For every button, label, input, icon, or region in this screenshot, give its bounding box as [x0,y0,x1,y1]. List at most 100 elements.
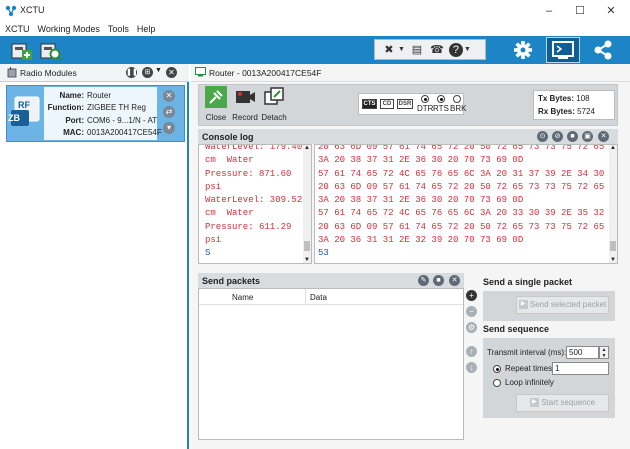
send-packets-title: Send packets [202,276,261,286]
radio-modules-title: Radio Modules [20,68,77,78]
record-camera-icon [236,91,255,103]
filter-dropdown-icon[interactable]: ▼ [155,67,162,74]
tx-bytes-value: 108 [576,94,590,103]
radio-mac: 0013A200417CE54F [87,128,162,138]
packet-edit-icon[interactable]: ✎ [418,275,429,286]
table-header: Name Data [199,289,463,305]
move-up-icon[interactable]: ↑ [466,346,477,357]
console-hex-line: 20 63 6D 09 57 61 74 65 72 20 50 72 65 7… [318,181,605,192]
maximize-button[interactable]: ☐ [566,3,594,19]
frames-icon[interactable]: ▤ [409,43,425,57]
help-icon[interactable]: ? [448,42,463,57]
remove-radio-icon[interactable]: ✕ [163,90,175,102]
console-ascii-view[interactable]: WaterLevel: 179.40 cm Water Pressure: 87… [198,144,312,264]
close-connection-label: Close [205,113,227,122]
filter-icon[interactable]: ⊞ [142,67,153,78]
add-packet-icon[interactable]: + [466,290,477,301]
toolbar-tools-group: ✖ ▼ ▤ ☎ ? ▼ [374,39,486,60]
tx-bytes-label: Tx Bytes: [538,94,575,103]
menu-working-modes[interactable]: Working Modes [38,22,100,36]
add-radio-icon[interactable] [9,38,33,62]
transmit-interval-label: Transmit interval (ms): [487,348,567,357]
loop-infinitely-radio[interactable] [493,379,501,387]
rx-bytes-label: Rx Bytes: [538,107,575,116]
tools-dropdown-icon[interactable]: ▼ [398,46,405,53]
menu-help[interactable]: Help [137,22,156,36]
console-ascii-line: WaterLevel: 179.40 [205,144,303,152]
repeat-times-radio[interactable] [493,365,501,373]
close-connection-button[interactable]: Close [201,86,231,122]
console-hex-line: 3A 20 36 31 31 2E 32 39 20 70 73 69 0D [318,235,524,246]
scroll-thumb[interactable] [304,241,310,251]
radio-function: ZIGBEE TH Reg [87,103,146,113]
dtr-toggle[interactable] [421,95,429,103]
rx-bytes-value: 5724 [577,107,595,116]
radio-name: Router [87,90,112,100]
repeat-times-input[interactable]: 1 [552,362,609,375]
send-single-title: Send a single packet [483,277,573,287]
brk-toggle[interactable] [453,95,461,103]
feedback-icon[interactable]: ☎ [429,43,445,57]
send-selected-packet-button[interactable]: ▶ Send selected packet [516,296,609,314]
radio-expand-icon[interactable]: ▾ [163,122,175,134]
console-close-icon[interactable]: ✕ [598,131,609,142]
router-console-icon [195,67,206,77]
console-ascii-line: Pressure: 611.29 [205,221,292,232]
scroll-up-icon[interactable]: ▲ [609,145,617,151]
console-hex-view[interactable]: 20 63 6D 09 57 61 74 65 72 20 50 72 65 7… [314,144,618,264]
edit-packet-icon[interactable]: ⚙ [466,322,477,333]
tools-icon[interactable]: ✖ [381,43,397,57]
network-mode-icon[interactable] [590,39,616,61]
console-ascii-line: psi [205,181,222,192]
send-packets-table[interactable]: Name Data [198,288,464,440]
rx-bytes-row: Rx Bytes: 5724 [538,107,595,116]
console-hex-line: 20 63 6D 09 57 61 74 65 72 20 50 72 65 7… [318,144,605,152]
console-lock-icon[interactable]: ▣ [582,131,593,142]
remove-all-icon[interactable]: ✕ [166,67,177,78]
console-mode-button[interactable] [546,37,580,63]
console-hex-scrollbar[interactable]: ▲ ▼ [609,145,617,263]
console-save-icon[interactable]: ■ [567,131,578,142]
radio-refresh-icon[interactable]: ⇄ [163,106,175,118]
scroll-thumb[interactable] [610,241,616,251]
minimize-button[interactable]: – [535,3,563,19]
detach-window-icon [264,87,284,105]
console-options-icon[interactable]: ⊙ [537,131,548,142]
column-divider [305,289,306,305]
scroll-down-icon[interactable]: ▼ [303,257,311,263]
column-name[interactable]: Name [232,293,253,302]
packet-close-icon[interactable]: ✕ [449,275,460,286]
radio-badge-bottom: ZB [8,113,20,123]
help-dropdown-icon[interactable]: ▼ [464,46,471,53]
scroll-up-icon[interactable]: ▲ [303,145,311,151]
rts-label: RTS [433,104,449,113]
rts-toggle[interactable] [437,95,445,103]
remove-packet-icon[interactable]: − [466,306,477,317]
console-hex-line: 3A 20 38 37 31 2E 36 30 20 70 73 69 0D [318,155,524,166]
mac-label: MAC: [63,128,84,138]
window-title: XCTU [20,5,45,15]
start-sequence-button[interactable]: ▶ Start sequence [516,394,609,412]
close-window-button[interactable]: ✕ [597,3,625,19]
detach-button[interactable]: Detach [259,86,289,122]
move-down-icon[interactable]: ↓ [466,362,477,373]
console-clear-icon[interactable]: ⊘ [552,131,563,142]
column-data[interactable]: Data [310,293,327,302]
send-sequence-title: Send sequence [483,324,550,334]
console-ascii-scrollbar[interactable]: ▲ ▼ [303,145,311,263]
packet-save-icon[interactable]: ■ [433,275,444,286]
transmit-interval-input[interactable]: 500 [566,346,599,359]
interval-spinner[interactable]: ▲ ▼ [599,346,609,359]
xctu-logo-icon [5,5,17,17]
discover-radio-icon[interactable] [38,38,62,62]
gear-icon[interactable] [510,39,536,61]
record-button[interactable]: Record [230,86,260,122]
scroll-down-icon[interactable]: ▼ [609,257,617,263]
cd-indicator: CD [380,99,394,109]
pause-icon[interactable]: ❚❚ [126,67,138,78]
menu-tools[interactable]: Tools [108,22,129,36]
tx-bytes-row: Tx Bytes: 108 [538,94,590,103]
console-hex-line: 57 61 74 65 72 4C 65 76 65 6C 3A 20 31 3… [318,168,605,179]
menu-xctu[interactable]: XCTU [5,22,30,36]
console-ascii-line: S [205,248,211,259]
